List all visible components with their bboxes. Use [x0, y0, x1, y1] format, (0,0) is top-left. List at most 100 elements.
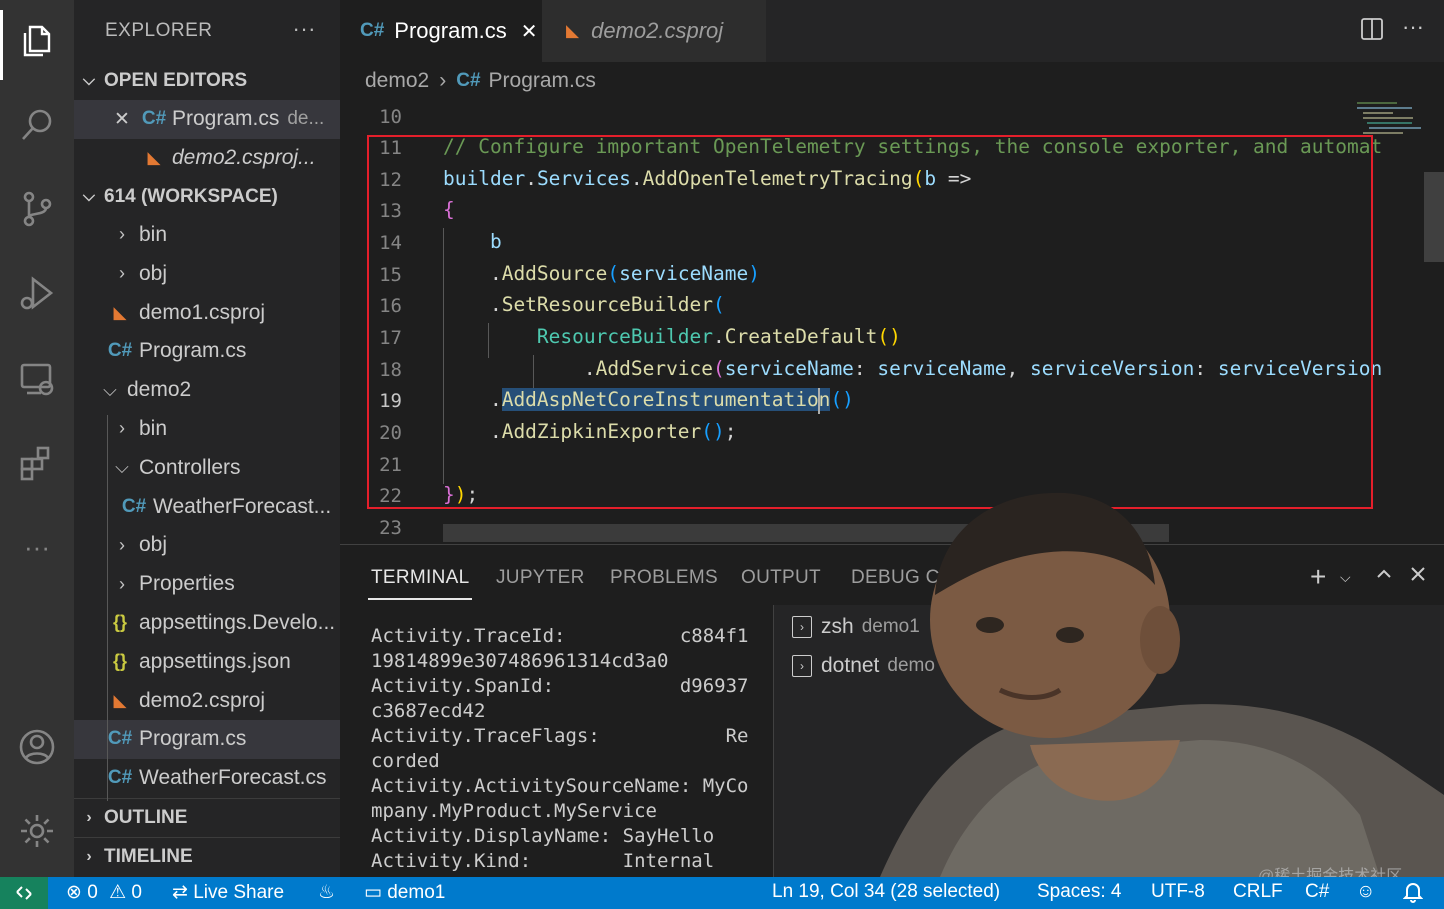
language-status[interactable]: C# [1305, 881, 1329, 903]
flame-icon[interactable]: ♨ [318, 881, 335, 904]
line-number: 23 [379, 517, 402, 539]
cursor-position[interactable]: Ln 19, Col 34 (28 selected) [772, 881, 1000, 903]
chevron-down-icon: ⌵ [82, 187, 96, 205]
maximize-panel-icon[interactable] [1375, 565, 1393, 588]
chevron-right-icon: › [119, 263, 125, 284]
csharp-file-icon: C# [107, 340, 133, 362]
tree-item[interactable]: C# WeatherForecast.cs [74, 759, 340, 798]
live-share-status[interactable]: ⇄ Live Share [172, 881, 284, 904]
tree-item-label: Controllers [139, 455, 241, 479]
extensions-icon[interactable] [14, 440, 60, 486]
close-panel-icon[interactable] [1409, 565, 1427, 588]
terminal-item-zsh[interactable]: › zsh demo1 [792, 615, 920, 639]
tree-item[interactable]: › obj [74, 526, 340, 565]
editor-more-icon[interactable]: ··· [1402, 14, 1424, 40]
breadcrumb-separator: › [439, 69, 447, 92]
terminal-line: Activity.Kind: Internal [371, 850, 715, 872]
explorer-header: EXPLORER ··· [74, 0, 340, 62]
terminal-output[interactable]: Activity.TraceId: c884f1 19814899e3074869… [371, 624, 749, 874]
breadcrumb-folder[interactable]: demo2 [365, 69, 429, 93]
tab-demo2-csproj[interactable]: ◣ demo2.csproj [542, 0, 766, 62]
horizontal-scrollbar[interactable] [443, 524, 1169, 542]
timeline-title: TIMELINE [104, 845, 193, 867]
search-icon[interactable] [14, 102, 60, 148]
tab-label: Program.cs [394, 18, 507, 43]
tree-item-label: obj [139, 533, 168, 557]
terminal-line: mpany.MyProduct.MyService [371, 800, 657, 822]
outline-section[interactable]: › OUTLINE [74, 797, 340, 837]
terminal-item-dotnet[interactable]: › dotnet demo [792, 654, 935, 678]
terminal-list: › zsh demo1 › dotnet demo [773, 605, 1444, 878]
split-editor-icon[interactable] [1360, 17, 1384, 46]
tree-item-label: appsettings.Develo... [139, 610, 336, 634]
rss-file-icon: ◣ [113, 690, 127, 710]
settings-gear-icon[interactable] [14, 808, 60, 854]
files-icon[interactable] [14, 18, 60, 64]
tree-item-label: Properties [139, 572, 235, 596]
indentation-status[interactable]: Spaces: 4 [1037, 881, 1122, 903]
explorer-more-icon[interactable]: ··· [293, 16, 316, 42]
chevron-down-icon: ⌵ [103, 379, 117, 400]
terminal-name: demo [887, 655, 935, 676]
tree-item[interactable]: › bin [74, 410, 340, 449]
chevron-right-icon: › [119, 573, 125, 594]
remote-indicator[interactable] [0, 877, 48, 909]
tab-jupyter[interactable]: JUPYTER [496, 567, 585, 589]
new-terminal-plus-icon[interactable]: + [1310, 561, 1326, 593]
tree-item[interactable]: ◣ demo2.csproj [74, 681, 340, 720]
csharp-file-icon: C# [107, 728, 133, 750]
csharp-file-icon: C# [107, 767, 133, 789]
tree-item-label: demo2 [127, 378, 192, 402]
close-icon[interactable]: ✕ [114, 108, 140, 131]
breadcrumb-file[interactable]: Program.cs [489, 69, 596, 93]
feedback-icon[interactable]: ☺ [1356, 881, 1375, 903]
tab-terminal[interactable]: TERMINAL [367, 567, 473, 600]
tab-problems[interactable]: PROBLEMS [610, 567, 718, 589]
open-editor-program-cs[interactable]: ✕ C# Program.cs de... [74, 100, 340, 139]
tree-item[interactable]: {} appsettings.Develo... [74, 604, 340, 643]
tree-item-selected[interactable]: C# Program.cs [74, 719, 340, 759]
status-bar: ⊗ 0 ⚠ 0 ⇄ Live Share ♨ ▭ demo1 Ln 19, Co… [0, 877, 1444, 909]
workspace-section[interactable]: ⌵ 614 (WORKSPACE) [74, 178, 340, 216]
problems-status[interactable]: ⊗ 0 ⚠ 0 [66, 881, 142, 904]
terminal-icon: › [792, 655, 812, 677]
tree-item[interactable]: › Properties [74, 565, 340, 604]
tab-output[interactable]: OUTPUT [741, 567, 821, 589]
tab-program-cs[interactable]: C# Program.cs ✕ [340, 0, 542, 62]
tree-item[interactable]: {} appsettings.json [74, 642, 340, 681]
terminal-line: Activity.TraceFlags: Re [371, 725, 749, 747]
tree-item[interactable]: ⌵ demo2 [74, 371, 340, 410]
live-share-label: Live Share [193, 882, 285, 903]
account-icon[interactable] [14, 724, 60, 770]
timeline-section[interactable]: › TIMELINE [74, 836, 340, 876]
source-control-icon[interactable] [14, 186, 60, 232]
encoding-status[interactable]: UTF-8 [1151, 881, 1205, 903]
chevron-right-icon: › [86, 808, 92, 826]
open-editor-label: Program.cs [172, 107, 280, 131]
eol-status[interactable]: CRLF [1233, 881, 1283, 903]
remote-explorer-icon[interactable] [14, 356, 60, 402]
tree-item-label: Program.cs [139, 727, 247, 751]
tree-item[interactable]: › bin [74, 216, 340, 255]
tab-debug-console[interactable]: DEBUG C [851, 567, 940, 589]
tree-item[interactable]: › obj [74, 254, 340, 293]
bell-icon[interactable] [1402, 881, 1424, 909]
vertical-scrollbar[interactable] [1424, 172, 1444, 262]
tree-item-label: WeatherForecast.cs [139, 766, 327, 790]
terminal-name: demo1 [861, 616, 920, 637]
folder-status[interactable]: ▭ demo1 [364, 881, 445, 904]
tree-item[interactable]: ⌵ Controllers [74, 448, 340, 487]
tree-item-label: obj [139, 261, 168, 285]
close-icon[interactable]: ✕ [521, 19, 538, 44]
tree-item[interactable]: C# WeatherForecast... [74, 487, 340, 526]
editor-tabs: C# Program.cs ✕ ◣ demo2.csproj ··· [340, 0, 1444, 62]
open-editor-demo2-csproj[interactable]: ◣ demo2.csproj... [74, 139, 340, 178]
tab-label: demo2.csproj [591, 18, 724, 43]
open-editors-section[interactable]: ⌵ OPEN EDITORS [74, 62, 340, 100]
bottom-panel: TERMINAL JUPYTER PROBLEMS OUTPUT DEBUG C… [340, 544, 1444, 878]
tree-item[interactable]: ◣ demo1.csproj [74, 293, 340, 332]
run-debug-icon[interactable] [14, 270, 60, 316]
chevron-down-icon[interactable]: ⌵ [1340, 569, 1351, 586]
tree-item[interactable]: C# Program.cs [74, 332, 340, 371]
more-icon[interactable]: ··· [14, 524, 60, 570]
